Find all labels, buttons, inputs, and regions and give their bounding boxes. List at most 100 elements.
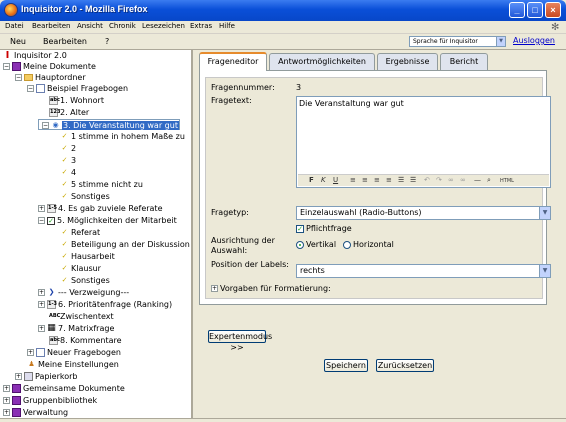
tree-node-meine-dokumente[interactable]: − Meine Dokumente: [3, 61, 96, 72]
number-field-icon: 123: [49, 108, 61, 117]
tree-node-beispiel-fragebogen[interactable]: − Beispiel Fragebogen: [27, 83, 128, 94]
tab-ergebnisse[interactable]: Ergebnisse: [377, 53, 438, 70]
menu-hilfe[interactable]: Hilfe: [219, 22, 235, 30]
help-menu[interactable]: ?: [105, 37, 109, 46]
menu-chronik[interactable]: Chronik: [109, 22, 136, 30]
expand-icon[interactable]: +: [38, 289, 45, 296]
menu-extras[interactable]: Extras: [190, 22, 212, 30]
expand-icon[interactable]: +: [15, 373, 22, 380]
expand-icon[interactable]: +: [27, 349, 34, 356]
tree-node-answer[interactable]: ✓ 1 stimme in hohem Maße zu: [60, 131, 185, 142]
radio-icon: [343, 240, 351, 249]
expand-icon: +: [211, 285, 218, 292]
answer-check-icon: ✓: [61, 180, 68, 188]
tree-node-answer[interactable]: ✓ Hausarbeit: [60, 251, 115, 262]
bullet-list-button[interactable]: ☰: [398, 176, 404, 184]
tree-node-einstellungen[interactable]: ♟ Meine Einstellungen: [27, 359, 118, 370]
tree-node-text[interactable]: ABCZwischentext: [49, 311, 114, 322]
minimize-button[interactable]: _: [509, 2, 525, 18]
tree-node-papierkorb[interactable]: + Papierkorb: [15, 371, 78, 382]
underline-button[interactable]: U: [333, 176, 338, 184]
new-menu[interactable]: Neu: [10, 37, 26, 46]
tree-node-question[interactable]: + ▦ 7. Matrixfrage: [38, 323, 114, 334]
tree-node-answer[interactable]: ✓ Klausur: [60, 263, 101, 274]
tree-node-question[interactable]: +1-36. Prioritätenfrage (Ranking): [38, 299, 172, 310]
numbered-list-button[interactable]: ☰: [410, 176, 416, 184]
tree-node-root[interactable]: I Inquisitor 2.0: [3, 50, 67, 61]
expand-icon[interactable]: +: [3, 385, 10, 392]
tree-node-answer[interactable]: ✓ 5 stimme nicht zu: [60, 179, 143, 190]
reset-button[interactable]: Zurücksetzen: [376, 359, 434, 372]
unlink-button[interactable]: ∞: [460, 176, 466, 184]
tree-node-question-selected[interactable]: − ◉ 3. Die Veranstaltung war gut: [38, 119, 180, 130]
tree-node-answer[interactable]: ✓ Referat: [60, 227, 101, 238]
bold-button[interactable]: F: [309, 176, 314, 184]
tree-node-answer[interactable]: ✓ Beteiligung an der Diskussion: [60, 239, 190, 250]
collapse-icon[interactable]: −: [38, 217, 45, 224]
justify-button[interactable]: ≡: [386, 176, 392, 184]
link-button[interactable]: ∞: [448, 176, 454, 184]
logout-link[interactable]: Ausloggen: [513, 36, 555, 45]
window-titlebar: Inquisitor 2.0 - Mozilla Firefox _ □ ×: [0, 0, 566, 21]
tree-node-verwaltung[interactable]: + Verwaltung: [3, 407, 68, 418]
label-position-select[interactable]: rechts ▼: [296, 264, 551, 278]
expand-icon[interactable]: +: [3, 397, 10, 404]
find-button[interactable]: ⌕: [487, 176, 491, 185]
expand-icon[interactable]: +: [3, 409, 10, 416]
tab-antwortmoeglichkeiten[interactable]: Antwortmöglichkeiten: [269, 53, 375, 70]
collapse-icon[interactable]: −: [3, 63, 10, 70]
tree-node-answer[interactable]: ✓ 2: [60, 143, 77, 154]
menu-lesezeichen[interactable]: Lesezeichen: [142, 22, 185, 30]
expand-icon[interactable]: +: [38, 205, 45, 212]
maximize-button[interactable]: □: [527, 2, 543, 18]
expert-mode-button[interactable]: Expertenmodus >>: [208, 330, 272, 352]
html-source-button[interactable]: HTML: [500, 178, 514, 184]
tree-node-question[interactable]: 1232. Alter: [49, 107, 89, 118]
orientation-horizontal-radio[interactable]: Horizontal: [343, 240, 394, 249]
question-text-editor[interactable]: Die Veranstaltung war gut F K U ≡ ≡ ≡ ≡ …: [296, 96, 551, 188]
orientation-vertical-radio[interactable]: Vertikal: [296, 240, 336, 249]
language-select[interactable]: Sprache für Inquisitor ▼: [409, 36, 506, 47]
menu-ansicht[interactable]: Ansicht: [77, 22, 103, 30]
tree-node-neuer-fragebogen[interactable]: + Neuer Fragebogen: [27, 347, 121, 358]
save-button[interactable]: Speichern: [324, 359, 368, 372]
redo-button[interactable]: ↷: [436, 176, 442, 184]
tree-node-answer[interactable]: ✓ 3: [60, 155, 77, 166]
tree-node-answer[interactable]: ✓ 4: [60, 167, 77, 178]
align-center-button[interactable]: ≡: [362, 176, 368, 184]
italic-button[interactable]: K: [321, 176, 326, 184]
tree-node-gruppenbibliothek[interactable]: + Gruppenbibliothek: [3, 395, 97, 406]
menu-bearbeiten[interactable]: Bearbeiten: [32, 22, 70, 30]
align-left-button[interactable]: ≡: [350, 176, 356, 184]
align-right-button[interactable]: ≡: [374, 176, 380, 184]
undo-button[interactable]: ↶: [424, 176, 430, 184]
tree-node-question[interactable]: abc8. Kommentare: [49, 335, 122, 346]
question-type-select[interactable]: Einzelauswahl (Radio-Buttons) ▼: [296, 206, 551, 220]
formatting-toggle[interactable]: + Vorgaben für Formatierung:: [211, 284, 331, 293]
horizontal-rule-button[interactable]: —: [474, 176, 481, 184]
expand-icon[interactable]: +: [38, 301, 45, 308]
tree-node-answer[interactable]: ✓ Sonstiges: [60, 191, 110, 202]
tree-node-question[interactable]: +1-54. Es gab zuviele Referate: [38, 203, 163, 214]
chevron-down-icon: ▼: [496, 37, 505, 46]
menu-datei[interactable]: Datei: [5, 22, 24, 30]
chevron-down-icon: ▼: [539, 265, 550, 277]
question-form: Fragennummer: 3 Fragetext: Die Veranstal…: [205, 77, 551, 299]
tree-node-gemeinsame-dokumente[interactable]: + Gemeinsame Dokumente: [3, 383, 125, 394]
tree-node-answer[interactable]: ✓ Sonstiges: [60, 275, 110, 286]
expand-icon[interactable]: +: [38, 325, 45, 332]
collapse-icon[interactable]: −: [42, 122, 49, 129]
tree-node-question[interactable]: − ✓ 5. Möglichkeiten der Mitarbeit: [38, 215, 177, 226]
tree-node-hauptordner[interactable]: − Hauptordner: [15, 72, 86, 83]
tab-frageneditor[interactable]: Frageneditor: [199, 52, 267, 71]
collapse-icon[interactable]: −: [27, 85, 34, 92]
collapse-icon[interactable]: −: [15, 74, 22, 81]
tree-node-question[interactable]: abc1. Wohnort: [49, 95, 104, 106]
edit-menu[interactable]: Bearbeiten: [43, 37, 87, 46]
required-checkbox[interactable]: ✓ Pflichtfrage: [296, 224, 352, 233]
tree-node-branch[interactable]: + ❯ --- Verzweigung---: [38, 287, 129, 298]
text-field-icon: abc: [49, 96, 60, 105]
close-button[interactable]: ×: [545, 2, 561, 18]
person-icon: ♟: [28, 360, 35, 368]
tab-bericht[interactable]: Bericht: [440, 53, 488, 70]
